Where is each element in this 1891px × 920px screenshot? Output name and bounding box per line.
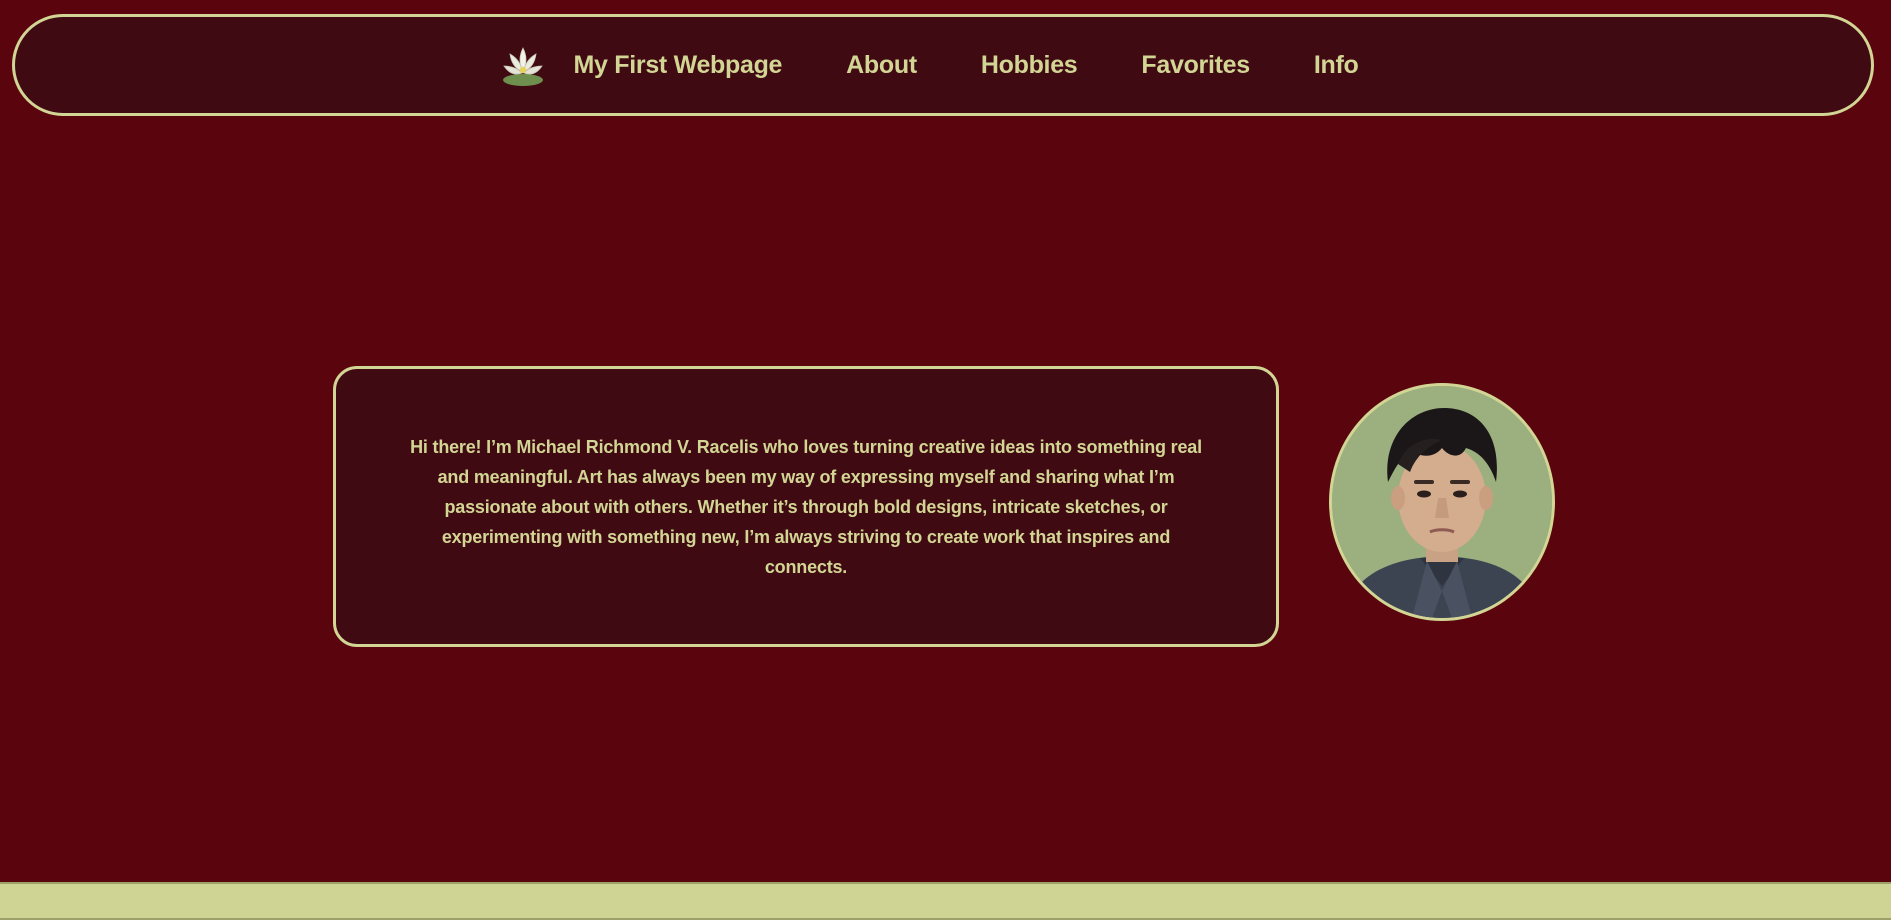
profile-photo <box>1329 383 1555 621</box>
nav-inner: My First Webpage About Hobbies Favorites… <box>498 40 1359 90</box>
navbar: My First Webpage About Hobbies Favorites… <box>12 14 1874 116</box>
footer-bar <box>0 882 1891 920</box>
intro-card: Hi there! I’m Michael Richmond V. Raceli… <box>333 366 1279 647</box>
profile-photo-graphic <box>1332 386 1552 618</box>
nav-link-favorites[interactable]: Favorites <box>1141 51 1250 80</box>
nav-link-about[interactable]: About <box>846 51 917 80</box>
intro-text: Hi there! I’m Michael Richmond V. Raceli… <box>410 436 1202 577</box>
water-lily-icon[interactable] <box>498 40 548 90</box>
nav-link-hobbies[interactable]: Hobbies <box>981 51 1078 80</box>
site-title[interactable]: My First Webpage <box>574 51 783 80</box>
water-lily-icon-graphic <box>502 47 543 86</box>
nav-link-info[interactable]: Info <box>1314 51 1359 80</box>
page: My First Webpage About Hobbies Favorites… <box>0 0 1891 920</box>
